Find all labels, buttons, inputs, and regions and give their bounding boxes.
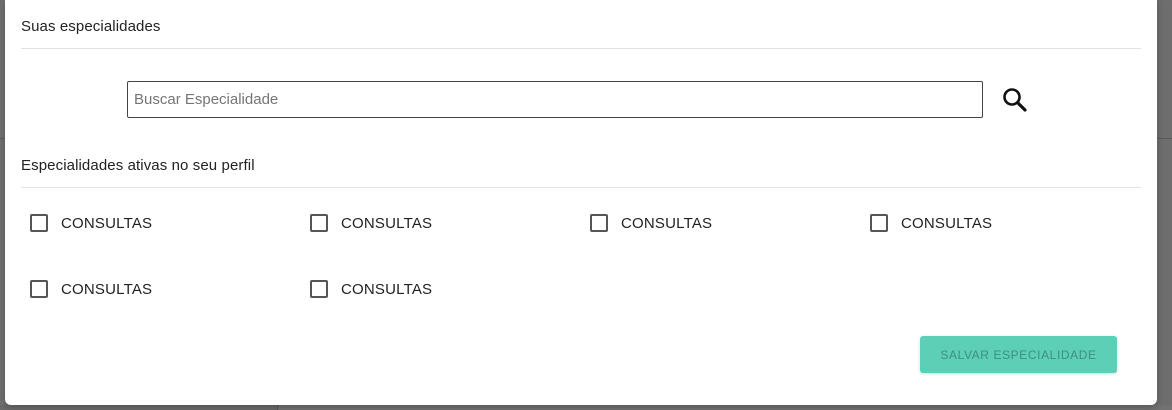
specialties-modal: Suas especialidades Especialidades ativa… xyxy=(5,0,1157,405)
divider xyxy=(21,48,1141,49)
checkbox[interactable] xyxy=(30,280,48,298)
specialty-label: CONSULTAS xyxy=(61,214,153,232)
background-divider xyxy=(277,405,278,410)
specialty-checkbox-item[interactable]: CONSULTAS xyxy=(30,280,152,298)
modal-title: Suas especialidades xyxy=(21,18,161,35)
checkbox[interactable] xyxy=(310,214,328,232)
checkbox[interactable] xyxy=(870,214,888,232)
checkbox[interactable] xyxy=(590,214,608,232)
specialty-label: CONSULTAS xyxy=(341,214,433,232)
background-divider xyxy=(1158,138,1172,139)
specialty-checkbox-item[interactable]: CONSULTAS xyxy=(310,214,432,232)
checkbox[interactable] xyxy=(30,214,48,232)
specialty-checkbox-item[interactable]: CONSULTAS xyxy=(30,214,152,232)
specialty-checkbox-item[interactable]: CONSULTAS xyxy=(590,214,712,232)
specialty-label: CONSULTAS xyxy=(61,280,153,298)
specialty-label: CONSULTAS xyxy=(901,214,993,232)
background-page xyxy=(278,405,1172,410)
search-icon xyxy=(1003,88,1027,112)
search-specialty-input[interactable] xyxy=(127,81,983,118)
divider xyxy=(21,187,1141,188)
specialty-checkbox-item[interactable]: CONSULTAS xyxy=(870,214,992,232)
save-specialty-button[interactable]: SALVAR ESPECIALIDADE xyxy=(920,336,1117,373)
specialty-label: CONSULTAS xyxy=(621,214,713,232)
checkbox[interactable] xyxy=(310,280,328,298)
specialty-label: CONSULTAS xyxy=(341,280,433,298)
active-specialties-title: Especialidades ativas no seu perfil xyxy=(21,157,255,174)
search-button[interactable] xyxy=(999,84,1031,116)
specialty-checkbox-item[interactable]: CONSULTAS xyxy=(310,280,432,298)
